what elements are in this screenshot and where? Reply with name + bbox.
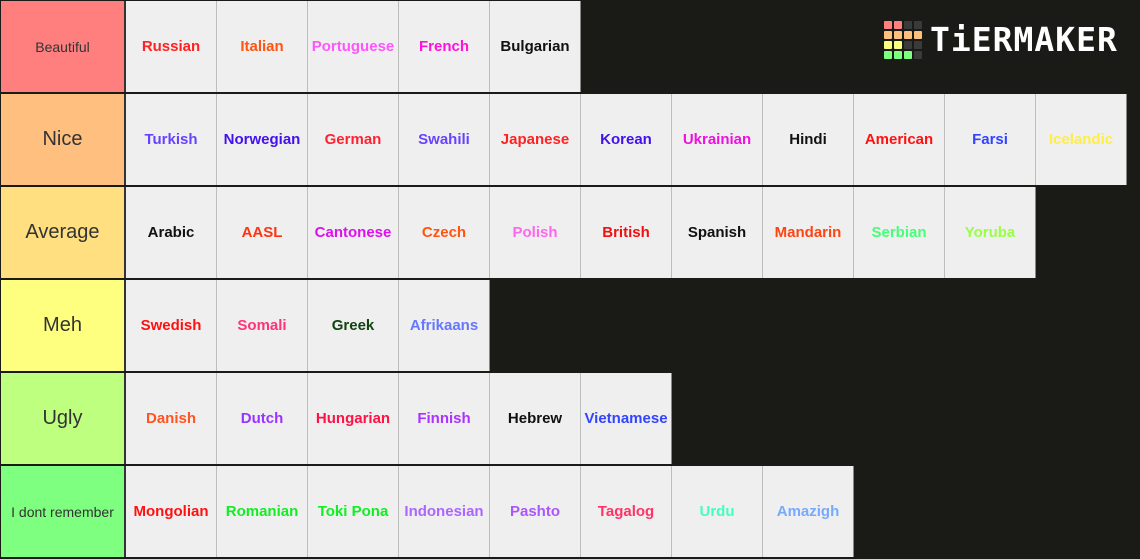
logo-grid-cell xyxy=(884,21,892,29)
tier-item[interactable]: Korean xyxy=(581,94,672,185)
tier-item[interactable]: Turkish xyxy=(126,94,217,185)
tier-item[interactable]: Portuguese xyxy=(308,1,399,92)
tier-items: Arabic AASL Cantonese Czech Polish British Spa… xyxy=(126,187,1036,278)
logo-grid-cell xyxy=(894,41,902,49)
tier-item[interactable]: Farsi xyxy=(945,94,1036,185)
logo-grid-cell xyxy=(914,21,922,29)
tier-item[interactable]: Somali xyxy=(217,280,308,371)
tier-label[interactable]: Ugly xyxy=(0,373,126,464)
tier-item[interactable]: Amazigh xyxy=(763,466,854,557)
tier-item[interactable]: Bulgarian xyxy=(490,1,581,92)
tier-items: Mongolian Romanian Toki Pona Indonesian Pash… xyxy=(126,466,854,557)
tier-item[interactable]: Polish xyxy=(490,187,581,278)
tier-item[interactable]: German xyxy=(308,94,399,185)
tier-items: Turkish Norwegian German Swahili Japanese Kor… xyxy=(126,94,1127,185)
logo-grid-cell xyxy=(894,51,902,59)
tier-item[interactable]: Cantonese xyxy=(308,187,399,278)
logo-grid-cell xyxy=(884,31,892,39)
tier-item[interactable]: Czech xyxy=(399,187,490,278)
logo-grid-cell xyxy=(914,41,922,49)
tier-item[interactable]: Dutch xyxy=(217,373,308,464)
tier-item[interactable]: French xyxy=(399,1,490,92)
tier-item[interactable]: Russian xyxy=(126,1,217,92)
tier-item[interactable]: Toki Pona xyxy=(308,466,399,557)
tier-row: Nice Turkish Norwegian German Swahili Japanes… xyxy=(0,94,1140,187)
logo-text: TiERMAKER xyxy=(930,20,1118,59)
tier-item[interactable]: Swedish xyxy=(126,280,217,371)
logo-grid-cell xyxy=(904,41,912,49)
tier-item[interactable]: Danish xyxy=(126,373,217,464)
tier-label[interactable]: Average xyxy=(0,187,126,278)
tier-item[interactable]: British xyxy=(581,187,672,278)
tier-row: Meh Swedish Somali Greek Afrikaans xyxy=(0,280,1140,373)
tier-label[interactable]: I dont remember xyxy=(0,466,126,557)
tier-item[interactable]: Italian xyxy=(217,1,308,92)
tier-label[interactable]: Beautiful xyxy=(0,1,126,92)
tier-row: I dont remember Mongolian Romanian Toki Pon… xyxy=(0,466,1140,559)
logo-grid-cell xyxy=(884,41,892,49)
tier-list: Beautiful Russian Italian Portuguese French B… xyxy=(0,0,1140,559)
tiermaker-grid-icon xyxy=(884,21,922,59)
tier-item[interactable]: Mandarin xyxy=(763,187,854,278)
tier-item[interactable]: Mongolian xyxy=(126,466,217,557)
tier-item[interactable]: Swahili xyxy=(399,94,490,185)
tier-item[interactable]: Hebrew xyxy=(490,373,581,464)
logo-grid-cell xyxy=(894,21,902,29)
tier-item[interactable]: Romanian xyxy=(217,466,308,557)
tiermaker-logo: TiERMAKER xyxy=(884,20,1118,60)
tier-label[interactable]: Meh xyxy=(0,280,126,371)
tier-item[interactable]: Afrikaans xyxy=(399,280,490,371)
tier-item[interactable]: Spanish xyxy=(672,187,763,278)
tier-item[interactable]: American xyxy=(854,94,945,185)
tier-row: Ugly Danish Dutch Hungarian Finnish Hebrew Vie… xyxy=(0,373,1140,466)
tier-item[interactable]: Ukrainian xyxy=(672,94,763,185)
logo-grid-cell xyxy=(884,51,892,59)
logo-grid-cell xyxy=(904,31,912,39)
tier-item[interactable]: Vietnamese xyxy=(581,373,672,464)
tier-item[interactable]: Tagalog xyxy=(581,466,672,557)
tier-item[interactable]: Hindi xyxy=(763,94,854,185)
tier-item[interactable]: AASL xyxy=(217,187,308,278)
tier-item[interactable]: Serbian xyxy=(854,187,945,278)
tier-items: Danish Dutch Hungarian Finnish Hebrew Vietnam… xyxy=(126,373,672,464)
tier-item[interactable]: Arabic xyxy=(126,187,217,278)
logo-grid-cell xyxy=(914,31,922,39)
tier-item[interactable]: Hungarian xyxy=(308,373,399,464)
tier-item[interactable]: Japanese xyxy=(490,94,581,185)
tier-item[interactable]: Pashto xyxy=(490,466,581,557)
logo-grid-cell xyxy=(914,51,922,59)
logo-grid-cell xyxy=(894,31,902,39)
tier-items: Swedish Somali Greek Afrikaans xyxy=(126,280,490,371)
tier-item[interactable]: Finnish xyxy=(399,373,490,464)
tier-item[interactable]: Icelandic xyxy=(1036,94,1127,185)
tier-items: Russian Italian Portuguese French Bulgarian xyxy=(126,1,581,92)
tier-item[interactable]: Norwegian xyxy=(217,94,308,185)
tier-row: Average Arabic AASL Cantonese Czech Polish Bri… xyxy=(0,187,1140,280)
tier-item[interactable]: Yoruba xyxy=(945,187,1036,278)
logo-grid-cell xyxy=(904,21,912,29)
tier-item[interactable]: Greek xyxy=(308,280,399,371)
logo-grid-cell xyxy=(904,51,912,59)
tier-label[interactable]: Nice xyxy=(0,94,126,185)
tier-item[interactable]: Indonesian xyxy=(399,466,490,557)
tier-item[interactable]: Urdu xyxy=(672,466,763,557)
